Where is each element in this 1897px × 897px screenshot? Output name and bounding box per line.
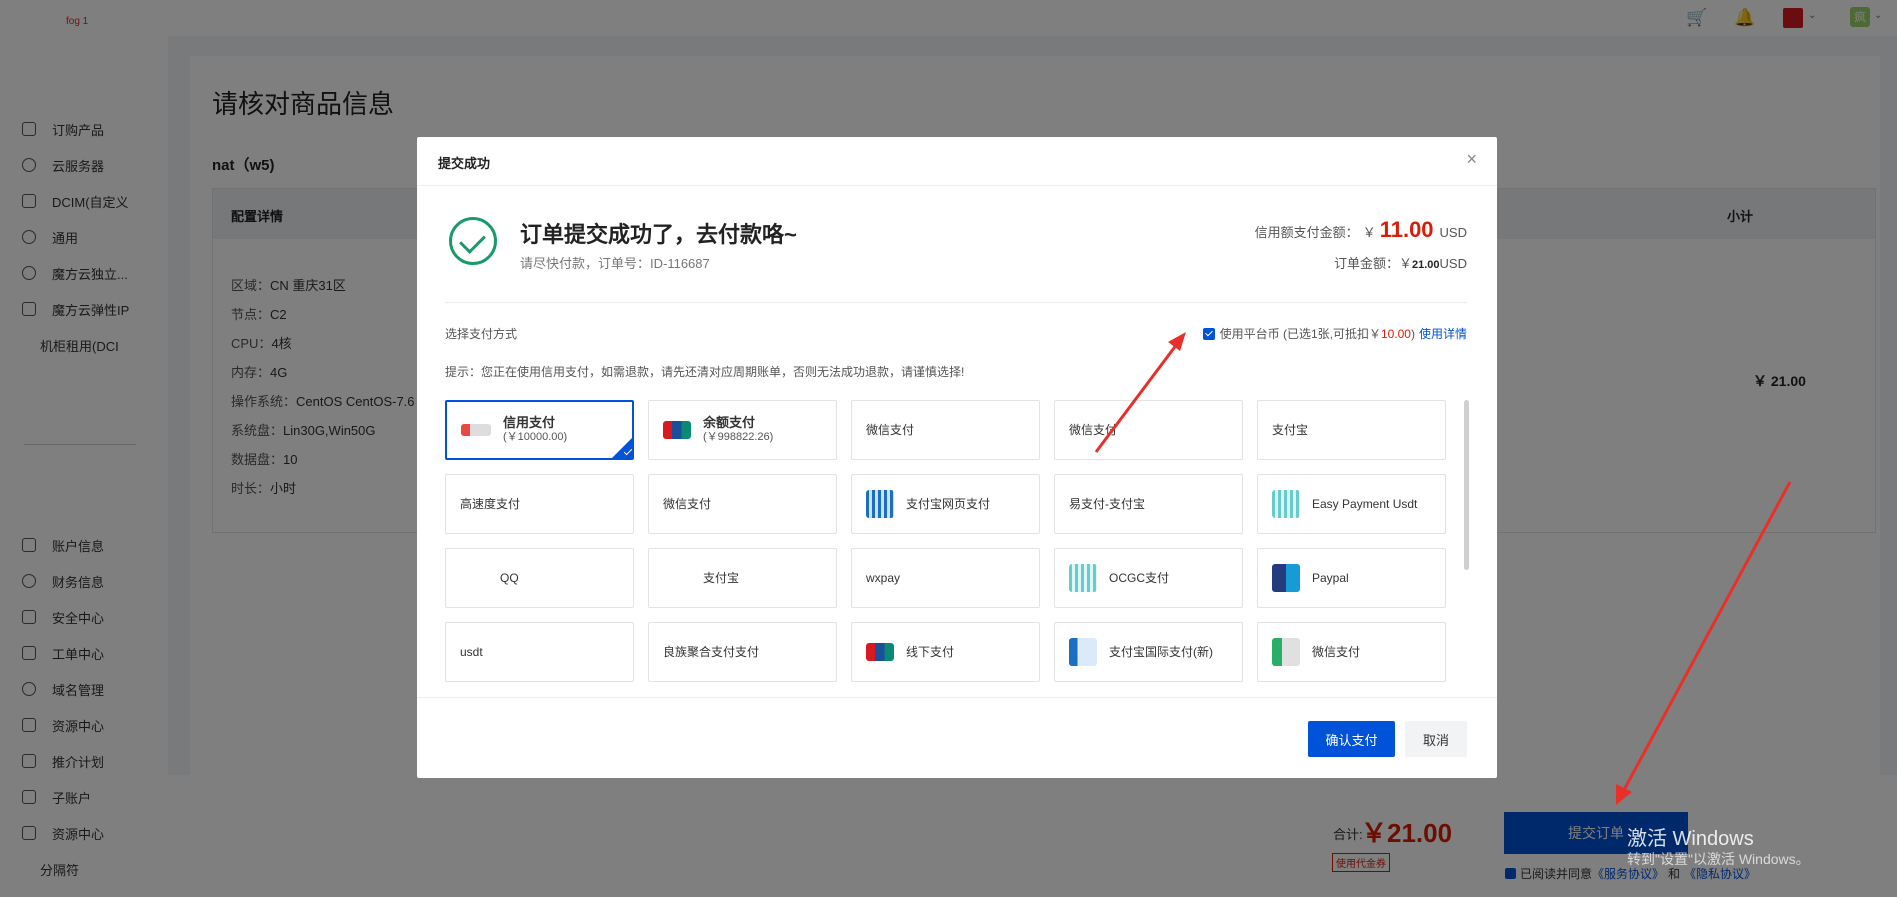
platform-coin-details-link[interactable]: 使用详情	[1419, 325, 1467, 342]
choose-payment-label: 选择支付方式	[445, 327, 518, 341]
success-headline: 订单提交成功了，去付款咯~	[520, 222, 797, 247]
payment-method-easy-usdt[interactable]: Easy Payment Usdt	[1257, 474, 1446, 534]
success-check-icon	[449, 217, 497, 265]
credit-pay-amount: 信用额支付金额： ￥ 11.00 USD	[1254, 217, 1467, 242]
payment-method-alipay-intl[interactable]: 支付宝国际支付(新)	[1054, 622, 1243, 682]
modal-header: 提交成功 ×	[417, 137, 1497, 186]
payment-method-alipay-web[interactable]: 支付宝网页支付	[851, 474, 1040, 534]
close-icon[interactable]: ×	[1466, 149, 1477, 170]
payment-method-aggregate[interactable]: 良族聚合支付支付	[648, 622, 837, 682]
modal-footer-divider	[417, 697, 1497, 698]
pay-amount-value: 11.00	[1379, 217, 1434, 242]
platform-coin-amount: 10.00	[1380, 326, 1411, 341]
payment-method-ocgc[interactable]: OCGC支付	[1054, 548, 1243, 608]
payment-method-alipay-2[interactable]: 支付宝	[648, 548, 837, 608]
platform-coin-text: 使用平台币 (已选1张,可抵扣￥	[1219, 327, 1381, 341]
payment-method-paypal[interactable]: Paypal	[1257, 548, 1446, 608]
blank-logo	[663, 564, 691, 592]
payment-method-wechat[interactable]: 微信支付	[851, 400, 1040, 460]
credit-pay-tip: 提示：您正在使用信用支付，如需退款，请先还清对应周期账单，否则无法成功退款，请谨…	[445, 365, 965, 379]
submit-success-modal: 提交成功 × 订单提交成功了，去付款咯~ 请尽快付款，订单号：ID-116687…	[417, 137, 1497, 778]
payment-method-fast[interactable]: 高速度支付	[445, 474, 634, 534]
windows-activation-hint: 转到"设置"以激活 Windows。	[1627, 851, 1810, 867]
payment-method-grid: 信用支付 (￥10000.00) 余额支付 (￥998822.26) 微信支付 微信…	[445, 400, 1465, 690]
payment-method-wechat-4[interactable]: 微信支付	[1257, 622, 1446, 682]
easy-payment-logo	[1272, 490, 1300, 518]
modal-title: 提交成功	[438, 156, 491, 171]
alipay-web-logo	[866, 490, 894, 518]
wechat-logo	[1272, 638, 1300, 666]
windows-activation-watermark: 激活 Windows	[1627, 828, 1754, 850]
order-amount: 订单金额：￥21.00USD	[1333, 256, 1467, 271]
payment-method-balance[interactable]: 余额支付 (￥998822.26)	[648, 400, 837, 460]
payment-grid-scrollbar[interactable]	[1464, 400, 1469, 570]
platform-coin-option[interactable]: 使用平台币 (已选1张,可抵扣￥ 10.00) 使用详情	[1202, 325, 1467, 342]
payment-method-alipay[interactable]: 支付宝	[1257, 400, 1446, 460]
payment-method-epay-alipay[interactable]: 易支付-支付宝	[1054, 474, 1243, 534]
payment-method-offline[interactable]: 线下支付	[851, 622, 1040, 682]
payment-method-qq[interactable]: QQ	[445, 548, 634, 608]
payment-method-wxpay[interactable]: wxpay	[851, 548, 1040, 608]
divider	[445, 302, 1467, 303]
payment-method-credit[interactable]: 信用支付 (￥10000.00)	[445, 400, 634, 460]
blank-logo	[460, 564, 488, 592]
payment-method-wechat-2[interactable]: 微信支付	[1054, 400, 1243, 460]
platform-coin-checkbox[interactable]	[1202, 327, 1215, 340]
confirm-payment-button[interactable]: 确认支付	[1308, 721, 1395, 757]
alipay-logo	[1069, 638, 1097, 666]
payment-method-wechat-3[interactable]: 微信支付	[648, 474, 837, 534]
unionpay-logo	[663, 421, 691, 439]
order-number-text: 请尽快付款，订单号：ID-116687	[520, 256, 710, 271]
payment-method-usdt[interactable]: usdt	[445, 622, 634, 682]
unionpay-logo	[866, 643, 894, 661]
paypal-logo	[1272, 564, 1300, 592]
credit-pay-logo	[461, 424, 491, 436]
cancel-button[interactable]: 取消	[1405, 721, 1467, 757]
ocgc-logo	[1069, 564, 1097, 592]
